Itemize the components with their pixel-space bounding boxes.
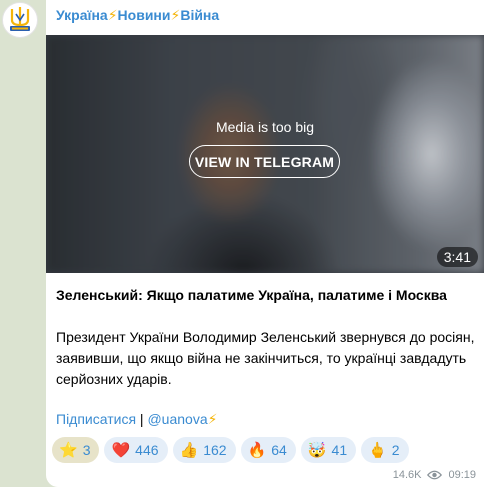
channel-title[interactable]: Україна⚡Новини⚡Війна (56, 7, 219, 24)
middle-finger-icon: 🖕 (368, 441, 387, 459)
channel-title-part: Війна (180, 7, 220, 23)
channel-handle-link[interactable]: @uanova (147, 411, 207, 427)
video-preview[interactable]: Media is too big VIEW IN TELEGRAM 3:41 (46, 35, 484, 273)
reaction-star[interactable]: ⭐ 3 (52, 437, 100, 463)
message-time: 09:19 (448, 469, 476, 481)
reaction-mind-blown[interactable]: 🤯 41 (300, 437, 357, 463)
star-icon: ⭐ (59, 441, 78, 459)
thumbs-up-icon: 👍 (179, 441, 199, 459)
lightning-icon: ⚡ (170, 7, 181, 23)
video-duration: 3:41 (436, 247, 478, 267)
reactions-bar: ⭐ 3 ❤️ 446 👍 162 🔥 64 🤯 41 🖕 2 (52, 437, 409, 463)
view-in-telegram-button[interactable]: VIEW IN TELEGRAM (189, 145, 340, 178)
eye-icon (427, 470, 443, 480)
reaction-count: 446 (135, 442, 159, 458)
post-body: Президент України Володимир Зеленський з… (56, 329, 475, 387)
channel-avatar[interactable] (2, 2, 38, 38)
mind-blown-icon: 🤯 (307, 441, 327, 459)
reaction-middle-finger[interactable]: 🖕 2 (361, 437, 409, 463)
lightning-icon: ⚡ (207, 411, 218, 427)
media-too-big-text: Media is too big (215, 119, 315, 135)
channel-title-part: Україна (56, 7, 108, 23)
reaction-count: 162 (203, 442, 227, 458)
lightning-icon: ⚡ (107, 7, 118, 23)
post-links: Підписатися | @uanova⚡ (56, 411, 217, 428)
reaction-count: 64 (271, 442, 287, 458)
channel-title-part: Новини (117, 7, 171, 23)
reaction-count: 2 (391, 442, 400, 458)
reaction-count: 41 (331, 442, 348, 458)
trident-logo-icon (10, 7, 30, 31)
fire-icon: 🔥 (247, 441, 267, 459)
link-separator: | (136, 411, 148, 427)
view-count: 14.6K (392, 469, 422, 481)
message-bubble: Україна⚡Новини⚡Війна Media is too big VI… (46, 0, 488, 487)
reaction-fire[interactable]: 🔥 64 (240, 437, 296, 463)
post-headline: Зеленський: Якщо палатиме Україна, палат… (56, 287, 447, 303)
reaction-count: 3 (82, 442, 91, 458)
reaction-heart[interactable]: ❤️ 446 (104, 437, 168, 463)
reaction-thumbs-up[interactable]: 👍 162 (172, 437, 236, 463)
message-meta: 14.6K 09:19 (393, 469, 476, 481)
heart-icon: ❤️ (111, 441, 131, 459)
subscribe-link[interactable]: Підписатися (56, 411, 136, 427)
